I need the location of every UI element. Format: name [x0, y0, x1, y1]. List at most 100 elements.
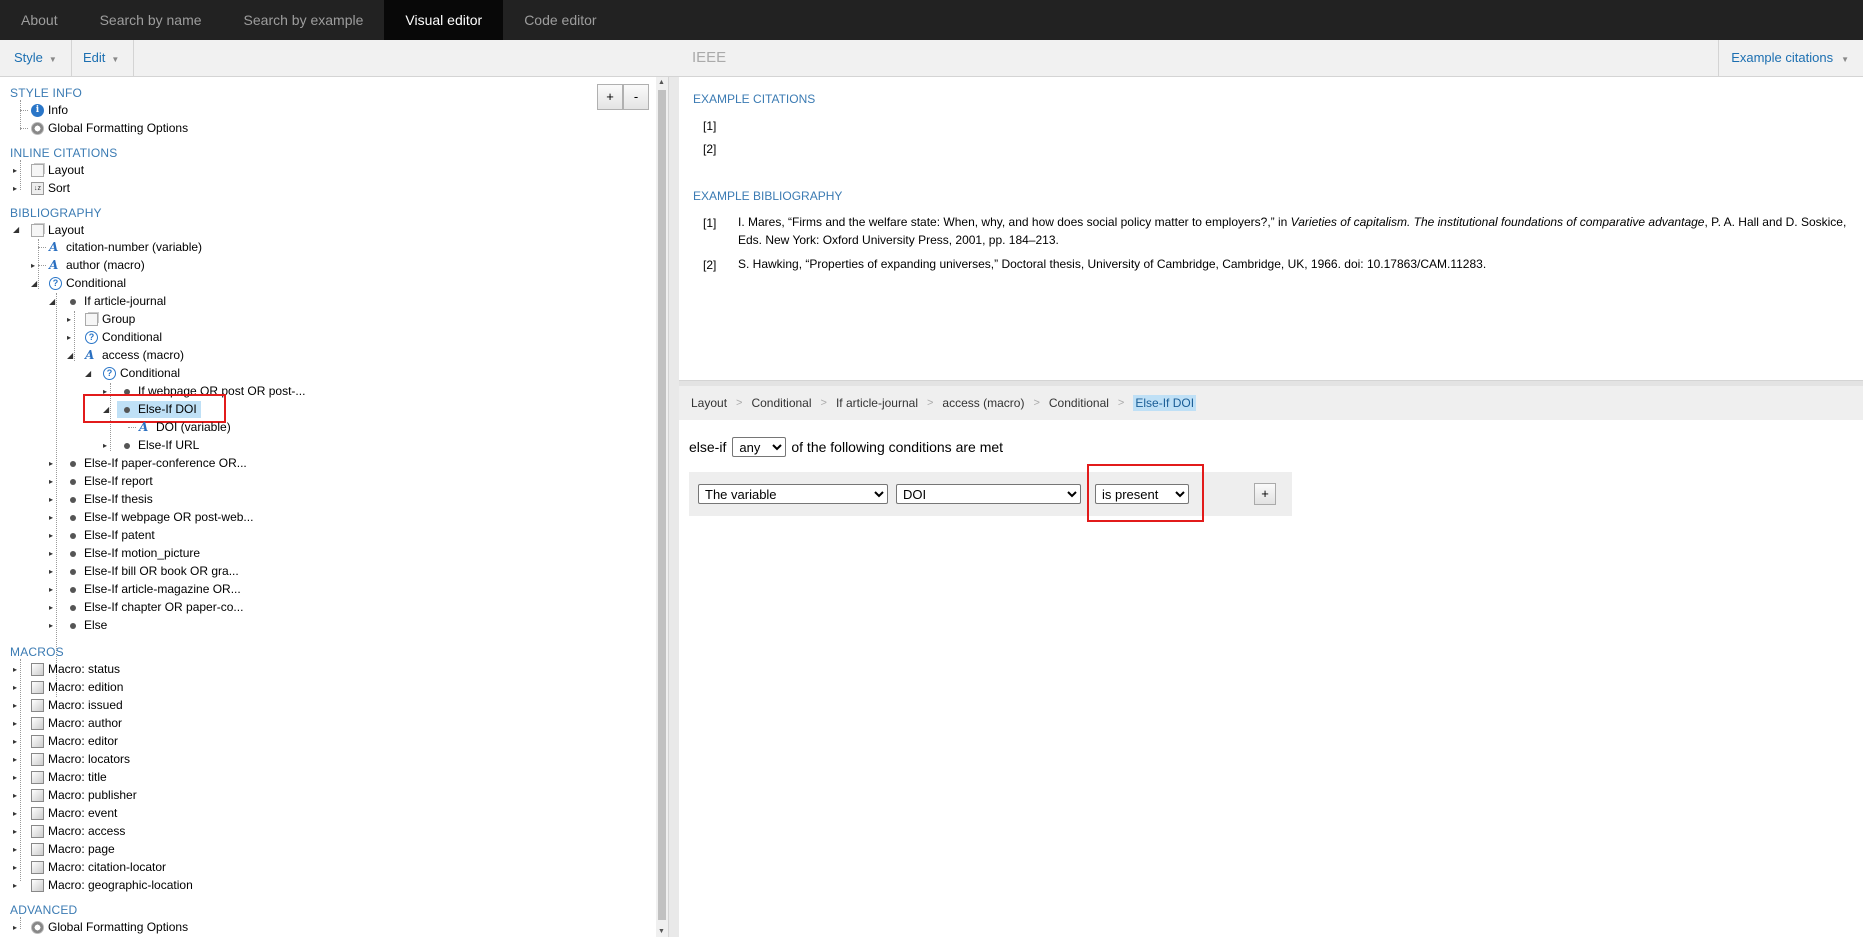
tab-search-by-example[interactable]: Search by example	[223, 0, 385, 40]
expand-toggle-icon[interactable]: ▸	[13, 719, 17, 729]
scroll-thumb[interactable]	[658, 90, 666, 920]
tab-visual-editor[interactable]: Visual editor	[384, 0, 504, 40]
expand-toggle-icon[interactable]: ▸	[13, 827, 17, 837]
expand-toggle-icon[interactable]: ▸	[13, 863, 17, 873]
tree-item-doi-variable[interactable]: A DOI (variable)	[139, 419, 231, 436]
tree-item-elseif[interactable]: Else-If patent	[67, 527, 155, 544]
tree-item-if-article-journal[interactable]: If article-journal	[67, 293, 166, 310]
expand-toggle-icon[interactable]: ▸	[49, 477, 53, 487]
tree-item-macro-page[interactable]: Macro: page	[31, 841, 115, 858]
expand-toggle-icon[interactable]: ▸	[13, 683, 17, 693]
tree-item-citation-layout[interactable]: Layout	[31, 162, 84, 179]
tree-item-macro-edition[interactable]: Macro: edition	[31, 679, 123, 696]
expand-toggle-icon[interactable]: ▸	[13, 701, 17, 711]
breadcrumb-item[interactable]: access (macro)	[942, 396, 1024, 410]
expand-toggle-icon[interactable]: ▸	[49, 567, 53, 577]
expand-toggle-icon[interactable]: ▸	[103, 441, 107, 451]
scroll-down-icon[interactable]: ▼	[658, 928, 665, 935]
tree-item-else[interactable]: Else	[67, 617, 107, 634]
expand-toggle-icon[interactable]: ▸	[13, 755, 17, 765]
expand-toggle-icon[interactable]: ▸	[49, 603, 53, 613]
tree-item-elseif[interactable]: Else-If bill OR book OR gra...	[67, 563, 239, 580]
tree-item-macro-title[interactable]: Macro: title	[31, 769, 107, 786]
example-citations-menu-button[interactable]: Example citations ▼	[1718, 40, 1863, 76]
expand-toggle-icon[interactable]: ▸	[13, 923, 17, 933]
tree-scrollbar[interactable]: ▲ ▼	[656, 77, 668, 937]
tree-item-elseif[interactable]: Else-If paper-conference OR...	[67, 455, 247, 472]
tree-item-elseif[interactable]: Else-If motion_picture	[67, 545, 200, 562]
expand-toggle-icon[interactable]: ▸	[49, 513, 53, 523]
expand-toggle-icon[interactable]: ▸	[49, 585, 53, 595]
tree-item-macro-editor[interactable]: Macro: editor	[31, 733, 118, 750]
tree-item-macro-citation-locator[interactable]: Macro: citation-locator	[31, 859, 166, 876]
tree-item-info[interactable]: i Info	[31, 102, 68, 119]
tree-item-elseif[interactable]: Else-If chapter OR paper-co...	[67, 599, 243, 616]
tree-item-macro-event[interactable]: Macro: event	[31, 805, 117, 822]
expand-toggle-icon[interactable]: ▸	[13, 809, 17, 819]
style-menu-button[interactable]: Style ▼	[0, 40, 72, 76]
condition-variable-select[interactable]: DOI	[896, 484, 1081, 504]
tree-item-macro-publisher[interactable]: Macro: publisher	[31, 787, 137, 804]
collapse-all-button[interactable]: -	[623, 84, 649, 110]
expand-toggle-icon[interactable]: ▸	[67, 315, 71, 325]
tree-item-elseif[interactable]: Else-If report	[67, 473, 153, 490]
tree-item-macro-issued[interactable]: Macro: issued	[31, 697, 123, 714]
question-icon: ?	[49, 277, 62, 290]
expand-all-button[interactable]: +	[597, 84, 623, 110]
tree-item-elseif[interactable]: Else-If thesis	[67, 491, 153, 508]
breadcrumb-current[interactable]: Else-If DOI	[1133, 395, 1197, 411]
scroll-up-icon[interactable]: ▲	[658, 79, 665, 86]
collapse-toggle-icon[interactable]: ◢	[49, 297, 55, 307]
tab-about[interactable]: About	[0, 0, 79, 40]
tab-search-by-name[interactable]: Search by name	[79, 0, 223, 40]
expand-toggle-icon[interactable]: ▸	[31, 261, 35, 271]
tree-item-conditional-3[interactable]: ? Conditional	[103, 365, 180, 382]
collapse-toggle-icon[interactable]: ◢	[85, 369, 91, 379]
expand-toggle-icon[interactable]: ▸	[13, 184, 17, 194]
tree-item-author-macro[interactable]: Aauthor (macro)	[49, 257, 145, 274]
tree-item-access-macro[interactable]: Aaccess (macro)	[85, 347, 184, 364]
expand-toggle-icon[interactable]: ▸	[13, 881, 17, 891]
collapse-toggle-icon[interactable]: ◢	[31, 279, 37, 289]
expand-toggle-icon[interactable]: ▸	[49, 621, 53, 631]
tree-item-macro-access[interactable]: Macro: access	[31, 823, 125, 840]
tree-item-bib-layout[interactable]: Layout	[31, 222, 84, 239]
expand-toggle-icon[interactable]: ▸	[67, 333, 71, 343]
tab-code-editor[interactable]: Code editor	[503, 0, 617, 40]
expand-toggle-icon[interactable]: ▸	[13, 773, 17, 783]
tree-item-citation-number[interactable]: Acitation-number (variable)	[49, 239, 202, 256]
tree-item-sort[interactable]: ↓z Sort	[31, 180, 70, 197]
tree-item-elseif[interactable]: Else-If webpage OR post-web...	[67, 509, 253, 526]
tree-item-conditional[interactable]: ? Conditional	[49, 275, 126, 292]
tree-item-conditional-2[interactable]: ? Conditional	[85, 329, 162, 346]
expand-toggle-icon[interactable]: ▸	[49, 495, 53, 505]
tree-item-elseif-url[interactable]: Else-If URL	[121, 437, 199, 454]
expand-toggle-icon[interactable]: ▸	[49, 531, 53, 541]
breadcrumb-item[interactable]: Conditional	[751, 396, 811, 410]
tree-item-global-formatting[interactable]: Global Formatting Options	[31, 120, 188, 137]
collapse-toggle-icon[interactable]: ◢	[67, 351, 73, 361]
tree-item-macro-status[interactable]: Macro: status	[31, 661, 120, 678]
edit-menu-button[interactable]: Edit ▼	[69, 40, 135, 76]
expand-toggle-icon[interactable]: ▸	[13, 166, 17, 176]
expand-toggle-icon[interactable]: ▸	[49, 459, 53, 469]
tree-item-advanced-global-formatting[interactable]: Global Formatting Options	[31, 919, 188, 936]
expand-toggle-icon[interactable]: ▸	[13, 665, 17, 675]
condition-type-select[interactable]: The variable	[698, 484, 888, 504]
expand-toggle-icon[interactable]: ▸	[49, 549, 53, 559]
tree-item-group[interactable]: Group	[85, 311, 135, 328]
breadcrumb-item[interactable]: Layout	[691, 396, 727, 410]
expand-toggle-icon[interactable]: ▸	[13, 737, 17, 747]
tree-item-elseif[interactable]: Else-If article-magazine OR...	[67, 581, 241, 598]
expand-toggle-icon[interactable]: ▸	[13, 845, 17, 855]
match-select[interactable]: any	[732, 437, 787, 457]
expand-toggle-icon[interactable]: ▸	[13, 791, 17, 801]
breadcrumb-item[interactable]: If article-journal	[836, 396, 918, 410]
tree-item-macro-locators[interactable]: Macro: locators	[31, 751, 130, 768]
panel-splitter[interactable]	[668, 77, 679, 937]
collapse-toggle-icon[interactable]: ◢	[13, 225, 19, 235]
tree-item-macro-geographic-location[interactable]: Macro: geographic-location	[31, 877, 193, 894]
tree-item-macro-author[interactable]: Macro: author	[31, 715, 122, 732]
breadcrumb-item[interactable]: Conditional	[1049, 396, 1109, 410]
add-condition-button[interactable]: +	[1254, 483, 1276, 505]
